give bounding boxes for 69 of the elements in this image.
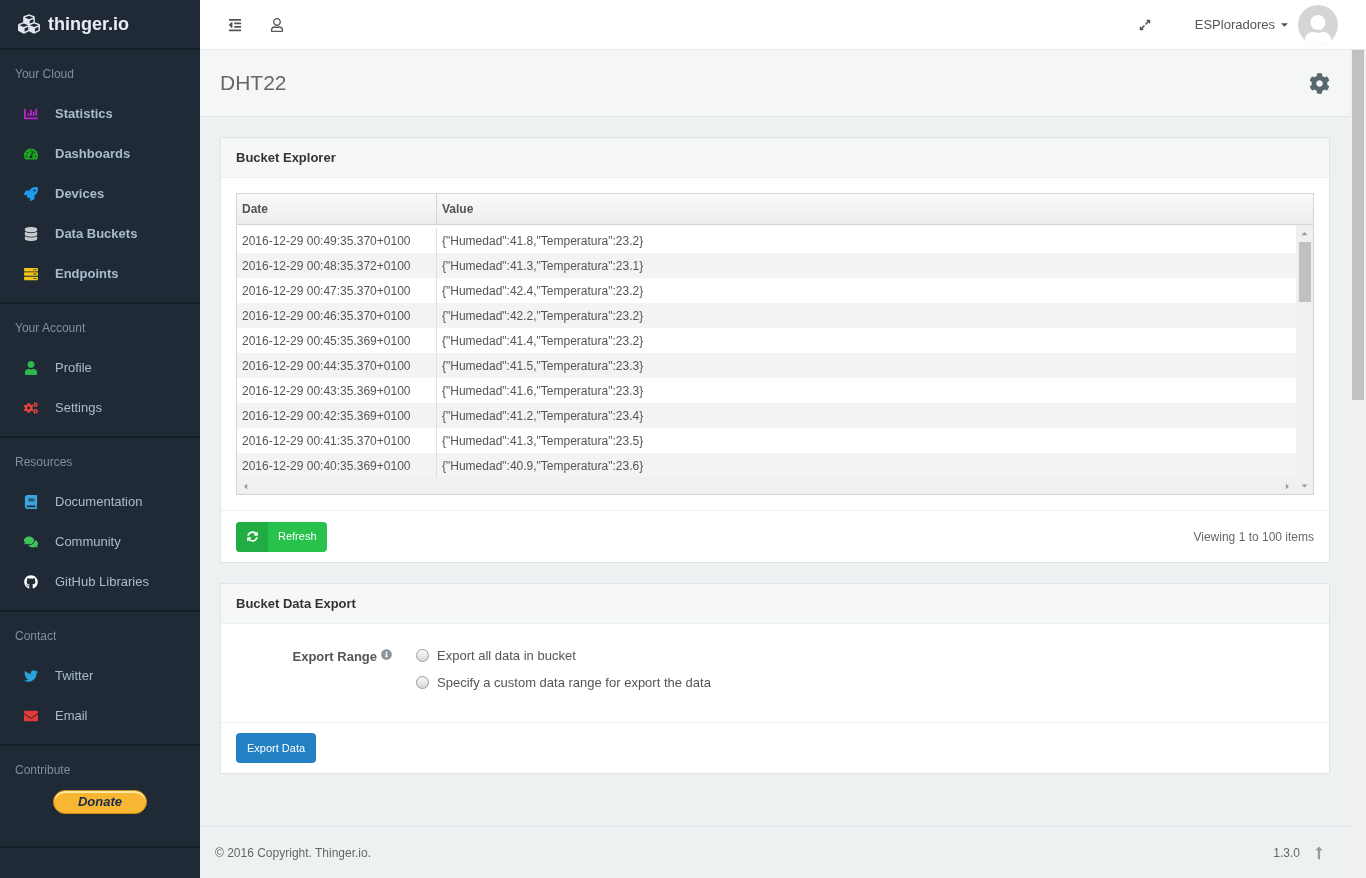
- version-text: 1.3.0: [1273, 844, 1300, 862]
- nav-link[interactable]: Community: [55, 532, 121, 552]
- nav-link[interactable]: Statistics: [55, 104, 113, 124]
- user-menu[interactable]: ESPloradores: [1194, 14, 1290, 35]
- section-heading: Your Account: [14, 320, 87, 337]
- nav-link[interactable]: Email: [55, 706, 88, 726]
- radio-button[interactable]: [416, 676, 429, 689]
- refresh-icon: [246, 531, 258, 542]
- settings-icon[interactable]: [1309, 72, 1330, 94]
- vertical-scrollbar[interactable]: [1296, 225, 1313, 494]
- nav-link[interactable]: GitHub Libraries: [55, 572, 149, 592]
- table-cell-text: 2016-12-29 00:44:35.370+0100: [242, 357, 411, 375]
- user-outline-icon[interactable]: [270, 17, 284, 32]
- nav-link[interactable]: Twitter: [55, 666, 94, 686]
- table-cell-text: {"Humedad":42.2,"Temperatura":23.2}: [442, 307, 644, 325]
- section-heading: Contribute: [14, 762, 72, 779]
- table-cell-text: {"Humedad":41.3,"Temperatura":23.1}: [442, 257, 644, 275]
- table-cell-text: 2016-12-29 00:48:35.372+0100: [242, 257, 411, 275]
- table-cell-text: {"Humedad":41.3,"Temperatura":23.5}: [442, 432, 644, 450]
- radio-button[interactable]: [416, 649, 429, 662]
- up-arrow-icon[interactable]: [1300, 229, 1309, 238]
- collapse-menu-icon[interactable]: [228, 17, 242, 32]
- donate-button[interactable]: Donate: [52, 790, 148, 814]
- cubes-logo-icon: [18, 13, 40, 35]
- table-cell-text: {"Humedad":41.2,"Temperatura":23.4}: [442, 407, 644, 425]
- panel-title: Bucket Explorer: [236, 148, 336, 167]
- column-header[interactable]: Value: [442, 200, 474, 218]
- radio-label: Export all data in bucket: [437, 646, 576, 665]
- column-header[interactable]: Date: [242, 200, 268, 218]
- table-cell-text: {"Humedad":41.8,"Temperatura":23.2}: [442, 232, 644, 250]
- copyright-text: © 2016 Copyright. Thinger.io.: [215, 844, 372, 862]
- table-cell-text: 2016-12-29 00:43:35.369+0100: [242, 382, 411, 400]
- table-cell-text: {"Humedad":42.4,"Temperatura":23.2}: [442, 282, 644, 300]
- table-cell-text: 2016-12-29 00:47:35.370+0100: [242, 282, 411, 300]
- info-icon[interactable]: [381, 649, 392, 660]
- scrollbar-thumb[interactable]: [1298, 242, 1311, 302]
- nav-link[interactable]: Settings: [55, 398, 102, 418]
- table-cell-text: 2016-12-29 00:46:35.370+0100: [242, 307, 411, 325]
- field-label: Export Range: [292, 648, 377, 666]
- scrollbar-thumb[interactable]: [1352, 50, 1364, 400]
- section-heading: Resources: [14, 454, 74, 471]
- left-arrow-icon[interactable]: [241, 481, 250, 491]
- nav-link[interactable]: Documentation: [55, 492, 143, 512]
- table-cell-text: 2016-12-29 00:45:35.369+0100: [242, 332, 411, 350]
- item-count: Viewing 1 to 100 items: [1193, 528, 1314, 546]
- table-cell-text: 2016-12-29 00:49:35.370+0100: [242, 232, 411, 250]
- export-data-button[interactable]: Export Data: [236, 733, 317, 763]
- table-cell-text: {"Humedad":41.4,"Temperatura":23.2}: [442, 332, 644, 350]
- table-cell-text: {"Humedad":41.5,"Temperatura":23.3}: [442, 357, 644, 375]
- down-arrow-icon[interactable]: [1300, 481, 1309, 490]
- section-heading: Your Cloud: [14, 66, 75, 83]
- expand-icon[interactable]: [1138, 18, 1151, 31]
- table-cell-text: {"Humedad":41.6,"Temperatura":23.3}: [442, 382, 644, 400]
- brand-name[interactable]: thinger.io: [48, 10, 129, 38]
- right-arrow-icon[interactable]: [1283, 481, 1292, 491]
- nav-link[interactable]: Devices: [55, 184, 105, 204]
- table-cell-text: {"Humedad":40.9,"Temperatura":23.6}: [442, 457, 644, 475]
- nav-link[interactable]: Dashboards: [55, 144, 131, 164]
- nav-link[interactable]: Endpoints: [55, 264, 119, 284]
- table-cell-text: 2016-12-29 00:41:35.370+0100: [242, 432, 411, 450]
- panel-title: Bucket Data Export: [236, 594, 356, 613]
- avatar-silhouette[interactable]: [1298, 4, 1338, 45]
- table-cell-text: 2016-12-29 00:40:35.369+0100: [242, 457, 411, 475]
- radio-label: Specify a custom data range for export the data: [437, 673, 711, 692]
- nav-link[interactable]: Profile: [55, 358, 92, 378]
- table-cell-text: 2016-12-29 00:42:35.369+0100: [242, 407, 411, 425]
- section-heading: Contact: [14, 628, 58, 645]
- nav-link[interactable]: Data Buckets: [55, 224, 138, 244]
- page-title: DHT22: [220, 70, 287, 97]
